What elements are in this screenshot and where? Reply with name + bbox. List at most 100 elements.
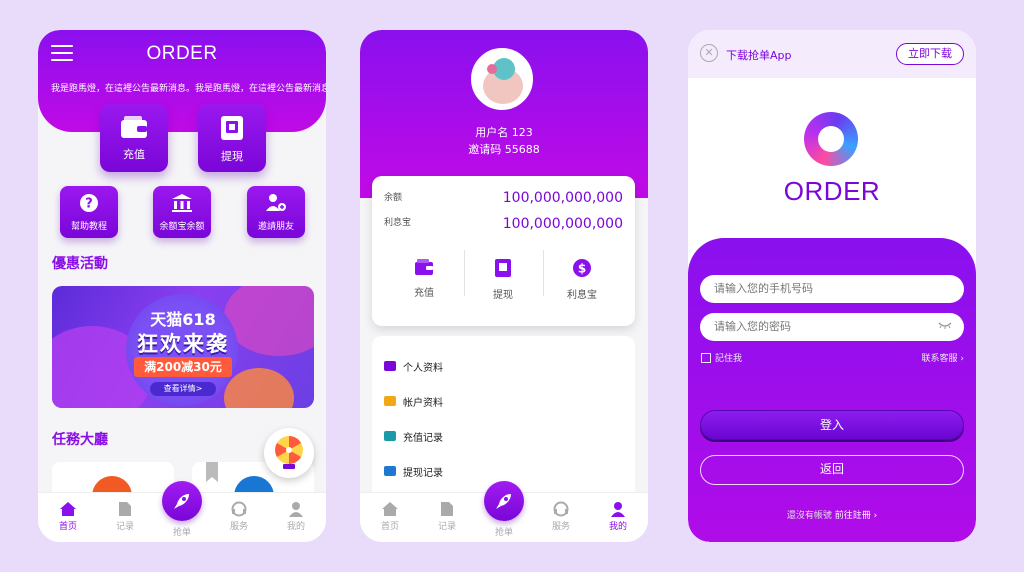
register-prefix: 還沒有帳號 [786,511,832,521]
nav-records[interactable]: 记录 [105,501,145,532]
nav-home[interactable]: 首页 [48,501,88,532]
bank-icon [172,194,192,212]
remember-me-checkbox[interactable]: 記住我 [701,351,742,364]
nav-service-label: 服务 [551,522,570,532]
interest-label: 利息宝 [384,218,412,228]
menu-item-account-info[interactable]: 帐户资料 [384,391,443,411]
withdraw-action-label: 提现 [493,290,513,301]
svg-text:?: ? [85,197,93,212]
nav-profile-label: 我的 [286,522,305,532]
nav-records[interactable]: 记录 [427,501,467,532]
wallet-icon [121,116,147,138]
eye-closed-icon[interactable] [938,320,952,330]
brand-name: ORDER [783,176,881,206]
banner-discount: 满200减30元 [134,357,232,377]
phone-input[interactable]: 请输入您的手机号码 [700,275,964,303]
banner-details-link[interactable]: 查看详情> [150,382,216,396]
withdraw-button[interactable]: 提現 [198,104,266,172]
avatar-image-part [487,64,497,74]
app-title: ORDER [146,43,218,64]
home-icon [382,502,398,516]
nav-records-label: 记录 [115,522,134,532]
register-link[interactable]: 前往註冊 › [835,511,877,521]
lucky-wheel-button[interactable] [264,428,314,478]
nav-records-label: 记录 [437,522,456,532]
menu-item-label: 提现记录 [403,467,443,479]
invite-button[interactable]: 邀請朋友 [247,186,305,238]
wallet-icon [415,259,433,275]
username: 用户名 123 [475,126,533,139]
promo-banner[interactable]: 天猫618 狂欢来袭 满200减30元 查看详情> [52,286,314,408]
password-input[interactable]: 请输入您的密码 [700,313,964,341]
interest-value: 100,000,000,000 [502,216,623,232]
download-banner: ✕ 下载抢单App 立即下载 [688,30,976,78]
banner-brand: 天猫618 [150,310,216,329]
logo-center [818,126,844,152]
headset-icon [231,501,247,517]
profile-header: 用户名 123 邀请码 55688 [360,30,648,198]
help-button[interactable]: ? 幫助教程 [60,186,118,238]
bottom-nav: 首页 记录 抢单 服务 我的 [360,481,648,542]
prize-wheel-icon [275,436,303,469]
menu-item-withdraw-records[interactable]: 提现记录 [384,461,443,481]
withdraw-label: 提現 [221,150,243,163]
nav-home-label: 首页 [58,522,77,532]
nav-home-label: 首页 [380,522,399,532]
recharge-button[interactable]: 充值 [100,104,168,172]
balance-treasure-button[interactable]: 余额宝余额 [153,186,211,238]
contact-support-link[interactable]: 联系客服 › [922,351,964,364]
add-user-icon [266,194,286,211]
nav-profile[interactable]: 我的 [598,501,638,532]
invite-label: 邀請朋友 [257,222,294,232]
atm-icon [384,466,396,476]
nav-service[interactable]: 服务 [219,501,259,532]
nav-grab-order[interactable] [484,481,524,521]
home-icon [60,502,76,516]
account-summary-card: 余额 100,000,000,000 利息宝 100,000,000,000 充… [372,176,635,326]
question-icon: ? [80,194,98,212]
avatar[interactable] [471,48,533,110]
nav-profile[interactable]: 我的 [276,501,316,532]
profile-screen: 用户名 123 邀请码 55688 余额 100,000,000,000 利息宝… [360,30,648,542]
invite-code: 邀请码 55688 [468,143,540,156]
balance-label: 余额 [384,193,403,203]
recharge-action-label: 充值 [414,288,434,299]
balance-value: 100,000,000,000 [502,190,623,206]
promo-section-title: 優惠活動 [52,256,108,272]
home-screen: ORDER 我是跑馬燈，在這裡公告最新消息。我是跑馬燈，在這裡公告最新消息 充值… [38,30,326,542]
download-button[interactable]: 立即下载 [896,43,964,65]
app-logo [804,112,858,166]
password-placeholder: 请输入您的密码 [714,320,791,333]
id-card-icon [384,361,396,371]
download-text: 下载抢单App [726,49,792,62]
menu-item-personal-info[interactable]: 个人资料 [384,356,443,376]
remember-me-label: 記住我 [715,354,743,364]
nav-grab-order[interactable] [162,481,202,521]
menu-item-label: 充值记录 [403,432,443,444]
login-button[interactable]: 登入 [700,410,964,440]
recharge-action[interactable]: 充值 [394,258,454,299]
user-icon [289,502,303,517]
register-prompt: 還沒有帳號 前往註冊 › [688,508,976,521]
menu-item-label: 个人资料 [403,362,443,374]
atm-icon [495,259,511,277]
recharge-label: 充值 [123,148,145,161]
bookmark-icon [206,462,218,482]
nav-home[interactable]: 首页 [370,501,410,532]
menu-item-label: 帐户资料 [403,397,443,409]
home-header: ORDER 我是跑馬燈，在這裡公告最新消息。我是跑馬燈，在這裡公告最新消息 [38,30,326,132]
close-icon[interactable]: ✕ [700,44,718,62]
nav-grab-label: 抢单 [494,528,513,538]
nav-service[interactable]: 服务 [541,501,581,532]
withdraw-action[interactable]: 提现 [473,258,533,301]
divider [464,250,465,296]
nav-service-label: 服务 [229,522,248,532]
menu-item-recharge-records[interactable]: 充值记录 [384,426,443,446]
dollar-icon: $ [573,259,591,277]
interest-action[interactable]: $ 利息宝 [552,258,612,301]
interest-action-label: 利息宝 [567,290,597,301]
svg-text:$: $ [578,262,586,276]
banner-headline: 狂欢来袭 [137,332,229,356]
back-button[interactable]: 返回 [700,455,964,485]
user-icon [611,502,625,517]
